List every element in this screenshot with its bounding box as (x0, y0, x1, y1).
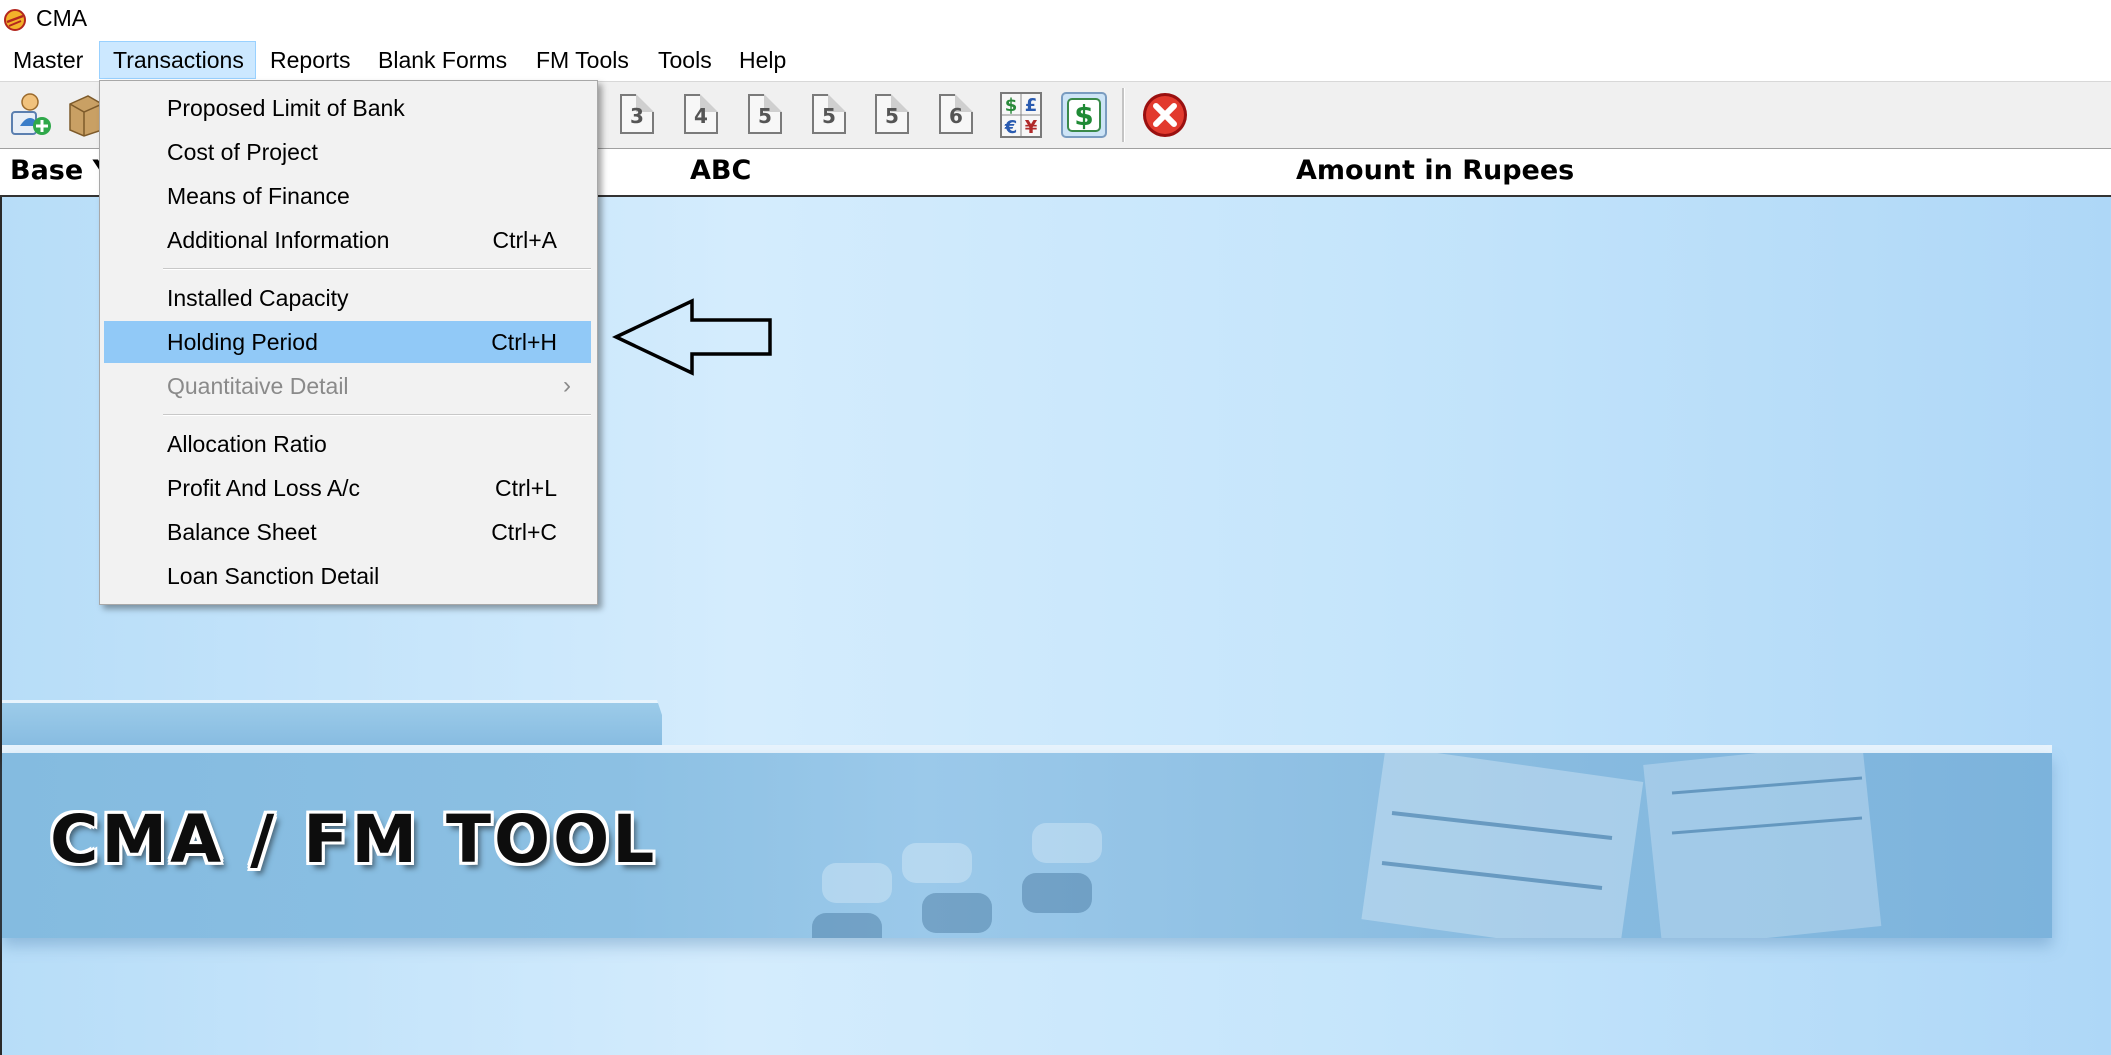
currency-glyph-euro: € (1004, 117, 1018, 138)
transactions-dropdown: Proposed Limit of Bank Cost of Project M… (99, 80, 598, 605)
company-name: ABC (690, 155, 752, 186)
menu-item-holding-period[interactable]: Holding Period Ctrl+H (104, 321, 591, 363)
menu-master[interactable]: Master (0, 41, 96, 79)
form-3-icon[interactable]: 3 (620, 94, 658, 138)
window-title: CMA (36, 5, 88, 31)
form-number: 5 (822, 104, 836, 128)
form-4-icon[interactable]: 4 (684, 94, 722, 138)
menu-blank-forms[interactable]: Blank Forms (365, 41, 520, 79)
currency-icon[interactable]: $ £ € ¥ (1000, 92, 1042, 138)
currency-glyph-pound: £ (1025, 95, 1038, 116)
amount-label: Amount in Rupees (1296, 155, 1575, 186)
form-number: 3 (630, 104, 644, 128)
menu-item-shortcut: Ctrl+A (492, 227, 557, 253)
menu-item-means-of-finance[interactable]: Means of Finance (104, 175, 591, 217)
form-number: 5 (758, 104, 772, 128)
package-icon[interactable] (66, 90, 102, 138)
submenu-chevron-icon: › (563, 372, 571, 399)
menu-transactions[interactable]: Transactions (99, 41, 256, 79)
banner-line (2, 745, 2052, 753)
calculator-image (812, 753, 1882, 938)
banner-title: CMA / FM TOOL (50, 801, 658, 878)
menu-item-quantitaive-detail[interactable]: Quantitaive Detail › (104, 365, 591, 407)
app-icon (4, 9, 26, 31)
close-icon[interactable] (1141, 91, 1189, 139)
menu-item-cost-of-project[interactable]: Cost of Project (104, 131, 591, 173)
form-number: 6 (949, 104, 963, 128)
menu-item-additional-information[interactable]: Additional Information Ctrl+A (104, 219, 591, 261)
menu-item-label: Allocation Ratio (167, 431, 327, 457)
menu-fm-tools[interactable]: FM Tools (523, 41, 642, 79)
menu-help[interactable]: Help (726, 41, 799, 79)
menu-item-label: Balance Sheet (167, 519, 317, 545)
form-number: 5 (885, 104, 899, 128)
form-5-icon[interactable]: 5 (875, 94, 913, 138)
menu-bar: Master Transactions Reports Blank Forms … (0, 41, 2111, 81)
menu-item-label: Means of Finance (167, 183, 350, 209)
base-year-label: Base Y (10, 155, 113, 186)
dollar-glyph: $ (1074, 99, 1093, 132)
add-user-icon[interactable] (6, 90, 54, 138)
menu-item-label: Profit And Loss A/c (167, 475, 361, 501)
dollar-icon[interactable]: $ (1061, 92, 1107, 138)
menu-item-proposed-limit-of-bank[interactable]: Proposed Limit of Bank (104, 87, 591, 129)
annotation-arrow-icon (612, 298, 772, 376)
currency-glyph-yen: ¥ (1025, 117, 1038, 138)
menu-item-label: Quantitaive Detail (167, 373, 349, 399)
form-number: 4 (694, 104, 708, 128)
menu-item-shortcut: Ctrl+H (491, 329, 557, 355)
menu-item-shortcut: Ctrl+L (495, 475, 557, 501)
menu-separator (163, 414, 591, 416)
banner: CMA / FM TOOL (2, 753, 2052, 938)
toolbar-separator (1122, 88, 1125, 142)
menu-item-label: Cost of Project (167, 139, 318, 165)
menu-separator (163, 268, 591, 270)
menu-item-installed-capacity[interactable]: Installed Capacity (104, 277, 591, 319)
currency-glyph-dollar: $ (1005, 95, 1018, 116)
menu-item-allocation-ratio[interactable]: Allocation Ratio (104, 423, 591, 465)
menu-item-balance-sheet[interactable]: Balance Sheet Ctrl+C (104, 511, 591, 553)
form-5-icon[interactable]: 5 (748, 94, 786, 138)
title-bar: CMA (0, 0, 2111, 40)
menu-item-label: Additional Information (167, 227, 390, 253)
menu-reports[interactable]: Reports (257, 41, 364, 79)
form-5-icon[interactable]: 5 (812, 94, 850, 138)
menu-item-loan-sanction-detail[interactable]: Loan Sanction Detail (104, 555, 591, 597)
menu-tools[interactable]: Tools (645, 41, 725, 79)
menu-item-label: Proposed Limit of Bank (167, 95, 405, 121)
menu-item-profit-and-loss[interactable]: Profit And Loss A/c Ctrl+L (104, 467, 591, 509)
menu-item-shortcut: Ctrl+C (491, 519, 557, 545)
menu-item-label: Loan Sanction Detail (167, 563, 380, 589)
form-6-icon[interactable]: 6 (939, 94, 977, 138)
menu-item-label: Installed Capacity (167, 285, 349, 311)
menu-item-label: Holding Period (167, 329, 318, 355)
